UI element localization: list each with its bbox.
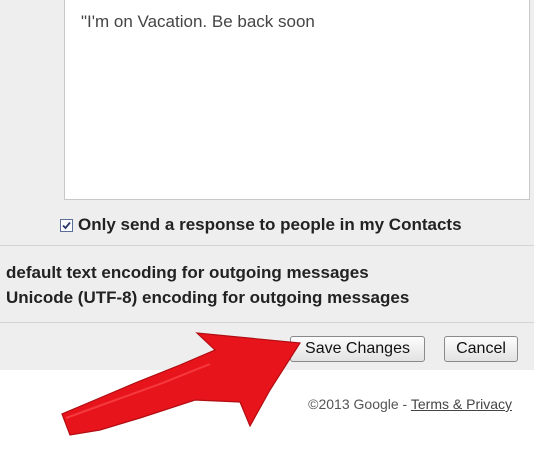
vacation-message-text: "I'm on Vacation. Be back soon [81,12,315,31]
checkmark-icon [62,221,71,229]
section-divider [0,245,534,246]
contacts-only-label: Only send a response to people in my Con… [78,215,462,234]
cancel-button[interactable]: Cancel [444,336,518,362]
encoding-option-unicode[interactable]: Unicode (UTF-8) encoding for outgoing me… [6,288,409,308]
vacation-message-editor[interactable]: "I'm on Vacation. Be back soon [64,0,530,200]
terms-privacy-link[interactable]: Terms & Privacy [411,396,512,412]
copyright-text: ©2013 Google [308,396,399,412]
settings-panel: "I'm on Vacation. Be back soon Only send… [0,0,534,370]
section-divider [0,322,534,323]
footer: ©2013 Google - Terms & Privacy [308,396,512,412]
save-button[interactable]: Save Changes [290,336,425,362]
contacts-only-option[interactable]: Only send a response to people in my Con… [60,213,462,237]
footer-separator: - [398,396,411,412]
encoding-option-default[interactable]: default text encoding for outgoing messa… [6,263,369,283]
contacts-only-checkbox[interactable] [60,218,73,232]
